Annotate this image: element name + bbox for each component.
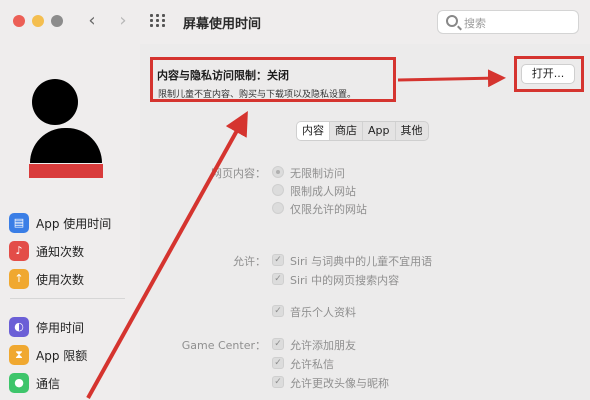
- option-label: 音乐个人资料: [290, 306, 356, 319]
- radio-button[interactable]: [272, 166, 284, 178]
- option-label: 限制成人网站: [290, 185, 356, 198]
- sidebar-item-label: 通信: [36, 377, 61, 391]
- screen-time-window: ‹ › 屏幕使用时间 搜索 ▤ App 使用时间 ♪ 通知次数 ↑ 使用次数 ◐…: [0, 0, 590, 400]
- sidebar-item-label: 通知次数: [36, 245, 85, 259]
- bell-icon: ♪: [9, 241, 29, 261]
- allow-label: 允许：: [233, 255, 266, 268]
- sidebar-item-app-limits[interactable]: ⧗ App 限额: [9, 344, 134, 366]
- sidebar-item-pickups[interactable]: ↑ 使用次数: [9, 268, 134, 290]
- search-input[interactable]: 搜索: [437, 10, 579, 34]
- sidebar-item-notifications[interactable]: ♪ 通知次数: [9, 240, 134, 262]
- option-label: 允许私信: [290, 358, 334, 371]
- sidebar-item-communication[interactable]: ● 通信: [9, 372, 134, 394]
- sidebar-item-label: App 限额: [36, 349, 88, 363]
- avatar-name-redaction: [29, 164, 103, 178]
- sidebar-divider: [10, 298, 125, 299]
- window-title: 屏幕使用时间: [183, 17, 262, 32]
- close-window-button[interactable]: [13, 15, 25, 27]
- tab-store[interactable]: 商店: [330, 122, 363, 140]
- moon-clock-icon: ◐: [9, 317, 29, 337]
- tab-content[interactable]: 内容: [297, 122, 330, 140]
- show-all-grid-icon[interactable]: [150, 14, 166, 28]
- zoom-window-button[interactable]: [51, 15, 63, 27]
- checkbox[interactable]: ✓: [272, 273, 284, 285]
- contacts-icon: ●: [9, 373, 29, 393]
- sidebar-item-downtime[interactable]: ◐ 停用时间: [9, 316, 134, 338]
- window-toolbar: ‹ › 屏幕使用时间 搜索: [0, 0, 590, 44]
- option-label: 无限制访问: [290, 167, 345, 180]
- sidebar-item-label: 停用时间: [36, 321, 85, 335]
- checkbox[interactable]: ✓: [272, 254, 284, 266]
- highlight-box-button: [514, 56, 584, 92]
- checkbox[interactable]: ✓: [272, 357, 284, 369]
- option-label: 仅限允许的网站: [290, 203, 367, 216]
- option-label: 允许添加朋友: [290, 339, 356, 352]
- option-label: Siri 中的网页搜索内容: [290, 274, 400, 287]
- search-icon: [446, 15, 458, 27]
- back-button[interactable]: ‹: [83, 11, 101, 31]
- tab-other[interactable]: 其他: [396, 122, 428, 140]
- hourglass-chart-icon: ▤: [9, 213, 29, 233]
- sidebar-item-label: App 使用时间: [36, 217, 112, 231]
- sidebar-item-label: 使用次数: [36, 273, 85, 287]
- checkbox[interactable]: ✓: [272, 338, 284, 350]
- radio-button[interactable]: [272, 184, 284, 196]
- forward-button[interactable]: ›: [114, 11, 132, 31]
- pickup-icon: ↑: [9, 269, 29, 289]
- option-label: 允许更改头像与昵称: [290, 377, 389, 390]
- minimize-window-button[interactable]: [32, 15, 44, 27]
- checkbox[interactable]: ✓: [272, 305, 284, 317]
- web-content-label: 网页内容：: [211, 167, 266, 180]
- hourglass-icon: ⧗: [9, 345, 29, 365]
- category-tabs: 内容 商店 App 其他: [296, 121, 429, 141]
- checkbox[interactable]: ✓: [272, 376, 284, 388]
- highlight-box-status: [150, 57, 396, 102]
- search-placeholder: 搜索: [464, 17, 486, 30]
- option-label: Siri 与词典中的儿童不宜用语: [290, 255, 433, 268]
- sidebar-item-app-usage[interactable]: ▤ App 使用时间: [9, 212, 134, 234]
- avatar-body: [30, 128, 102, 163]
- sidebar: ▤ App 使用时间 ♪ 通知次数 ↑ 使用次数 ◐ 停用时间 ⧗ App 限额…: [0, 44, 140, 400]
- game-center-label: Game Center：: [181, 339, 266, 352]
- avatar-head: [32, 79, 78, 125]
- tab-apps[interactable]: App: [363, 122, 396, 140]
- radio-button[interactable]: [272, 202, 284, 214]
